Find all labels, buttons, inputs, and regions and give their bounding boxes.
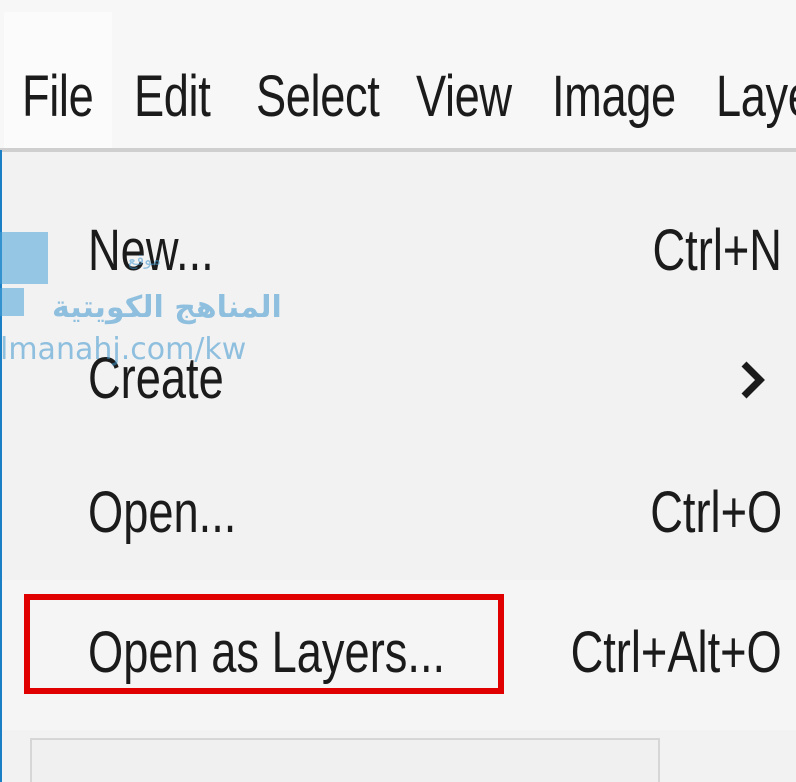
- menu-select[interactable]: Select: [256, 62, 380, 132]
- menu-item-label: Open...: [88, 480, 237, 545]
- menu-item-label: Create: [88, 346, 224, 411]
- menu-item-shortcut: Ctrl+Alt+O: [570, 620, 782, 685]
- menu-layer[interactable]: Laye: [716, 62, 796, 132]
- menu-image[interactable]: Image: [552, 62, 676, 132]
- menu-edit[interactable]: Edit: [134, 62, 211, 132]
- menu-item-shortcut: Ctrl+O: [650, 480, 782, 545]
- menu-item-create[interactable]: Create: [2, 322, 796, 444]
- menu-item-open[interactable]: Open... Ctrl+O: [2, 452, 796, 574]
- chevron-right-icon: [741, 361, 765, 399]
- menu-item-partial[interactable]: [30, 738, 660, 782]
- menu-item-new[interactable]: New... Ctrl+N: [2, 190, 796, 312]
- menu-bar: File Edit Select View Image Laye: [0, 0, 796, 148]
- menu-file[interactable]: File: [22, 62, 94, 132]
- menu-item-shortcut: Ctrl+N: [652, 218, 782, 283]
- app-window: File Edit Select View Image Laye New... …: [0, 0, 796, 782]
- red-highlight-box: [24, 594, 504, 694]
- menu-view[interactable]: View: [416, 62, 512, 132]
- menu-item-label: New...: [88, 218, 214, 283]
